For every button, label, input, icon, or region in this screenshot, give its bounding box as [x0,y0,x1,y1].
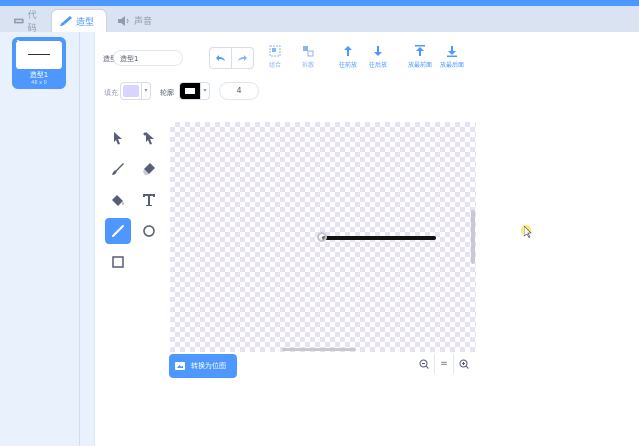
circle-tool[interactable] [136,218,162,244]
image-icon [175,362,185,370]
line-icon [112,225,124,237]
editor-toolbar: 造型 造型1 组合 拆散 往前放 往后放 放最前面 放最后面 [95,44,639,74]
costume-thumbnail [16,41,62,69]
costume-number: 1 [16,39,21,47]
text-icon [143,194,155,206]
ungroup-button[interactable]: 拆散 [293,44,323,74]
text-tool[interactable] [136,187,162,213]
canvas-horizontal-scrollbar[interactable] [282,348,356,351]
costume-name-input[interactable]: 造型1 [113,50,183,66]
group-label: 组合 [268,62,281,69]
fill-label: 填充 [104,89,118,97]
style-toolbar: 填充 ▾ 轮廓 ▾ 4 [95,80,639,104]
group-icon [269,45,281,57]
brush-icon [60,16,72,26]
line-endpoint-handle[interactable] [317,232,327,242]
costume-list: 1 造型1 46 x 0 [0,32,80,446]
backward-button[interactable]: 往后放 [363,44,393,74]
redo-button[interactable] [231,48,253,68]
zoom-controls: = [415,354,473,374]
tab-costumes[interactable]: 造型 [51,9,107,32]
costume-size: 46 x 0 [31,80,47,86]
eraser-tool[interactable] [136,156,162,182]
tool-palette [105,125,165,285]
zoom-in-button[interactable] [453,354,473,374]
reshape-tool[interactable] [136,125,162,151]
line-tool[interactable] [105,218,131,244]
outline-label: 轮廓 [160,89,174,97]
reshape-icon [143,132,154,145]
convert-to-bitmap-label: 转换为位图 [191,362,226,370]
arrow-icon [114,132,122,145]
forward-label: 往前放 [338,62,357,69]
ungroup-icon [303,46,314,57]
zoom-out-button[interactable] [415,354,434,374]
fill-tool[interactable] [105,187,131,213]
costume-item-1[interactable]: 1 造型1 46 x 0 [12,37,66,89]
drawn-line-shape[interactable] [322,236,436,240]
tab-code-label: 代码 [27,10,37,34]
back-icon [447,46,457,57]
paint-editor: 造型 造型1 组合 拆散 往前放 往后放 放最前面 放最后面 填充 ▾ 轮廓 ▾… [94,32,639,446]
brush-icon [112,163,124,175]
editor-tabs: 代码 造型 声音 [0,6,639,34]
rectangle-tool[interactable] [105,249,131,275]
fill-color-picker[interactable] [120,82,142,100]
ungroup-label: 拆散 [301,62,314,69]
tab-sounds-label: 声音 [134,17,153,27]
back-label: 放最后面 [439,62,464,69]
tab-costumes-label: 造型 [76,17,95,28]
front-button[interactable]: 放最前面 [405,44,435,74]
forward-button[interactable]: 往前放 [333,44,363,74]
forward-icon [344,46,352,56]
convert-to-bitmap-button[interactable]: 转换为位图 [169,354,237,378]
back-button[interactable]: 放最后面 [437,44,467,74]
bucket-icon [112,195,124,206]
circle-icon [143,225,155,237]
backward-label: 往后放 [368,62,387,69]
zoom-in-icon [459,359,469,369]
group-button[interactable]: 组合 [260,44,290,74]
tab-code[interactable]: 代码 [6,9,50,34]
eraser-icon [143,163,155,175]
front-icon [415,45,425,56]
front-label: 放最前面 [407,62,432,69]
outline-width-input[interactable]: 4 [219,82,259,100]
undo-button[interactable] [210,48,231,68]
zoom-out-icon [419,359,430,369]
code-icon [14,18,24,23]
costume-name: 造型1 [29,71,49,79]
fill-dropdown[interactable]: ▾ [142,82,151,100]
zoom-reset-button[interactable]: = [433,354,454,374]
redo-icon [238,55,247,61]
outline-color-picker[interactable] [179,82,201,100]
undo-redo-group [209,47,254,69]
outline-dropdown[interactable]: ▾ [201,82,210,100]
backward-icon [374,46,382,56]
rectangle-icon [112,256,124,268]
mouse-pointer-icon [524,226,532,238]
select-tool[interactable] [105,125,131,151]
speaker-icon [118,15,129,26]
tab-sounds[interactable]: 声音 [110,9,160,32]
paint-editor-app: 代码 造型 声音 1 造型1 46 x 0 造型 造型1 组合 拆散 往前放 往… [0,0,639,446]
brush-tool[interactable] [105,156,131,182]
undo-icon [216,55,225,61]
canvas-vertical-scrollbar[interactable] [471,210,475,264]
